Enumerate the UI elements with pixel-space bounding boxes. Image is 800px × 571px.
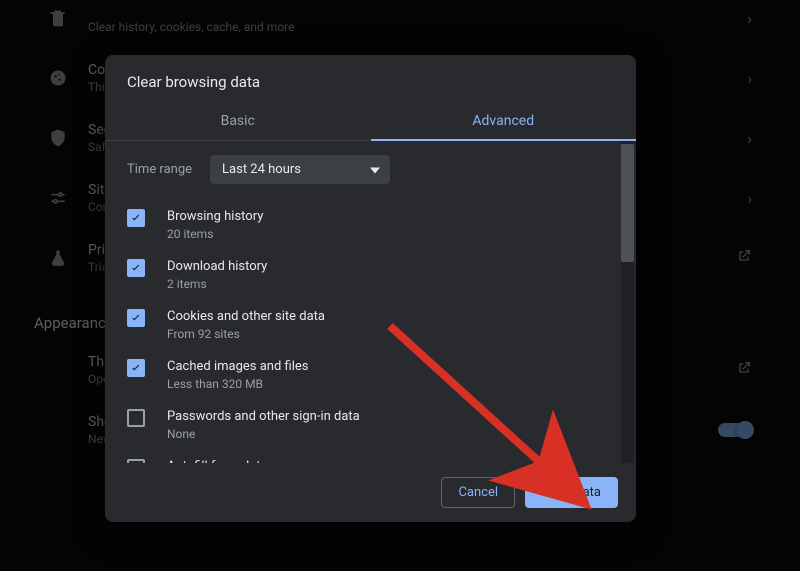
time-range-select[interactable]: Last 24 hours (210, 155, 390, 184)
option-title: Cookies and other site data (167, 309, 325, 324)
checkbox[interactable] (127, 259, 145, 277)
option-title: Cached images and files (167, 359, 308, 374)
option-subtitle: From 92 sites (167, 327, 325, 341)
checkbox[interactable] (127, 209, 145, 227)
clear-data-button[interactable]: Clear data (525, 477, 618, 508)
caret-down-icon (370, 162, 380, 177)
option-title: Passwords and other sign-in data (167, 409, 360, 424)
clear-option-row: Cached images and files Less than 320 MB (127, 350, 628, 400)
time-range-label: Time range (127, 162, 192, 177)
scrollbar-thumb[interactable] (621, 144, 634, 262)
option-subtitle: 20 items (167, 227, 263, 241)
option-title: Autofill form data (167, 459, 268, 463)
tab-advanced[interactable]: Advanced (371, 103, 637, 141)
option-subtitle: None (167, 427, 360, 441)
checkbox[interactable] (127, 409, 145, 427)
clear-option-row: Download history 2 items (127, 250, 628, 300)
tab-basic[interactable]: Basic (105, 103, 371, 140)
dialog-tabs: Basic Advanced (105, 103, 636, 141)
checkbox[interactable] (127, 359, 145, 377)
time-range-row: Time range Last 24 hours (127, 155, 628, 184)
option-subtitle: 2 items (167, 277, 267, 291)
clear-option-row: Browsing history 20 items (127, 200, 628, 250)
option-subtitle: Less than 320 MB (167, 377, 308, 391)
dialog-body: Time range Last 24 hours Browsing histor… (105, 141, 636, 463)
checkbox[interactable] (127, 309, 145, 327)
cancel-button[interactable]: Cancel (441, 477, 515, 508)
time-range-value: Last 24 hours (222, 162, 301, 177)
dialog-footer: Cancel Clear data (105, 463, 636, 522)
option-title: Browsing history (167, 209, 263, 224)
dialog-title: Clear browsing data (105, 55, 636, 103)
checkbox[interactable] (127, 459, 145, 463)
clear-option-row: Autofill form data (127, 450, 628, 463)
clear-browsing-data-dialog: Clear browsing data Basic Advanced Time … (105, 55, 636, 522)
clear-option-row: Passwords and other sign-in data None (127, 400, 628, 450)
clear-option-row: Cookies and other site data From 92 sites (127, 300, 628, 350)
option-title: Download history (167, 259, 267, 274)
